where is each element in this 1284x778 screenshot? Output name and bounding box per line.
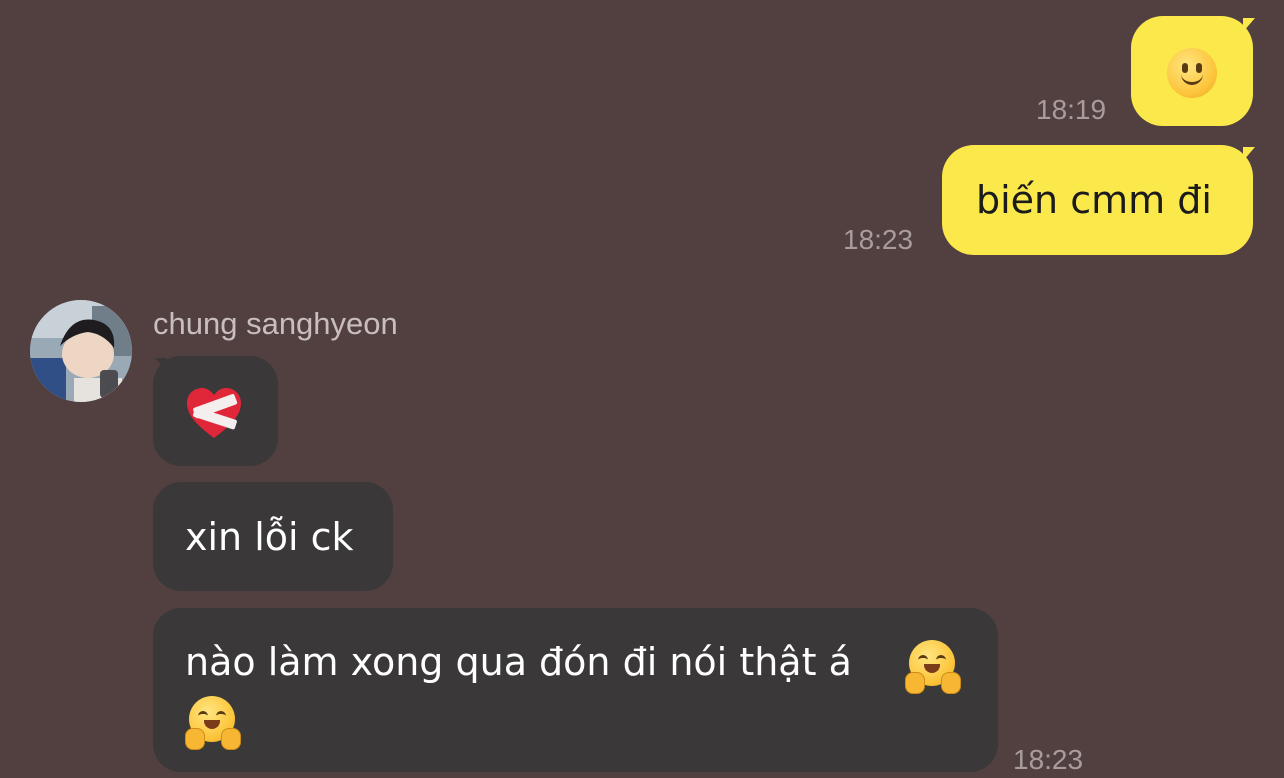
incoming-message[interactable]: nào làm xong qua đón đi nói thật á <box>153 608 998 772</box>
incoming-message-emoji[interactable] <box>153 356 278 466</box>
message-timestamp: 18:23 <box>843 224 914 255</box>
hugging-face-icon <box>905 640 961 694</box>
bubble-tail <box>1243 18 1267 32</box>
incoming-message[interactable]: xin lỗi ck <box>153 482 393 591</box>
bubble-tail <box>143 358 167 372</box>
message-timestamp: 18:23 <box>1013 744 1084 775</box>
outgoing-message-emoji[interactable] <box>1131 16 1253 126</box>
message-timestamp: 18:19 <box>1036 94 1107 125</box>
contact-name: chung sanghyeon <box>153 306 398 341</box>
message-text: nào làm xong qua đón đi nói thật á <box>185 640 852 684</box>
mending-heart-icon <box>187 388 241 438</box>
message-text: biến cmm đi <box>976 178 1212 222</box>
message-text: xin lỗi ck <box>185 515 354 559</box>
slightly-smiling-face-icon <box>1167 48 1217 98</box>
profile-photo-icon <box>30 300 132 402</box>
bubble-tail <box>1243 147 1267 161</box>
avatar[interactable] <box>30 300 132 402</box>
outgoing-message[interactable]: biến cmm đi <box>942 145 1253 255</box>
hugging-face-icon <box>185 696 241 750</box>
